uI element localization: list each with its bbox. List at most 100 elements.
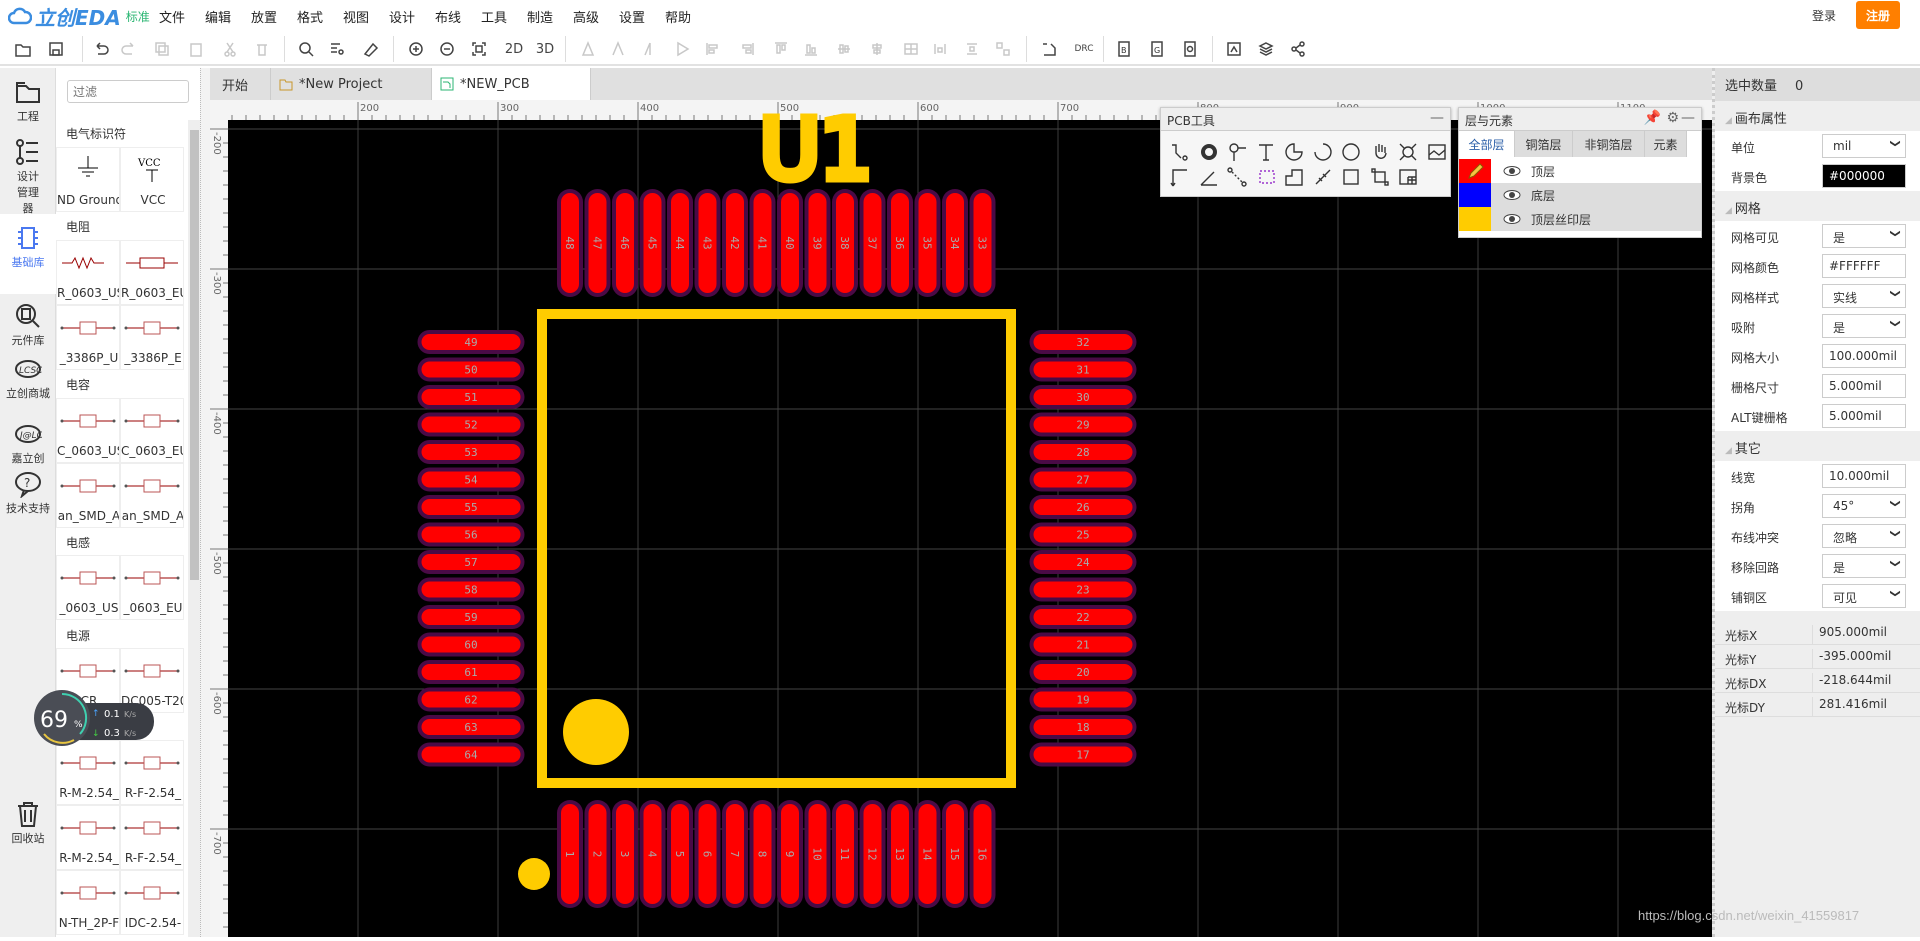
pad[interactable]: 64 — [417, 742, 525, 767]
distribute-v-icon[interactable] — [961, 38, 983, 60]
rectangle-icon[interactable] — [1340, 166, 1362, 188]
pad[interactable]: 39 — [804, 189, 831, 297]
layers-icon[interactable] — [1255, 38, 1277, 60]
pad[interactable]: 2 — [584, 800, 611, 908]
gear-icon[interactable]: ⚙ — [1666, 110, 1679, 126]
pad[interactable]: 54 — [417, 467, 525, 492]
property-input[interactable]: 10.000mil — [1822, 464, 1906, 488]
clear-icon[interactable] — [359, 38, 381, 60]
image-icon[interactable] — [1426, 141, 1448, 163]
pad[interactable]: 32 — [1029, 330, 1137, 354]
menu-item[interactable]: 文件 — [159, 7, 185, 26]
property-select[interactable]: 忽略 ❯ — [1822, 524, 1906, 548]
angle-icon[interactable] — [1198, 166, 1220, 188]
redo-icon[interactable] — [118, 38, 140, 60]
menu-item[interactable]: 设计 — [389, 7, 415, 26]
library-item[interactable]: R-M-2.54_ — [56, 740, 120, 805]
menu-item[interactable]: 编辑 — [205, 7, 231, 26]
pad[interactable]: 21 — [1029, 632, 1137, 657]
bom-icon[interactable]: B — [1113, 38, 1135, 60]
minimize-icon[interactable]: — — [1681, 110, 1695, 126]
property-input[interactable]: #000000 — [1822, 164, 1906, 188]
property-input[interactable]: 100.000mil — [1822, 344, 1906, 368]
pin-icon[interactable]: 📌 — [1644, 110, 1661, 126]
eye-icon[interactable] — [1503, 166, 1521, 176]
pad[interactable]: 30 — [1029, 385, 1137, 409]
library-item[interactable]: _0603_US — [56, 555, 120, 620]
paste-icon[interactable] — [185, 38, 207, 60]
pad[interactable]: 59 — [417, 605, 525, 629]
sidebar-item-chip[interactable]: 基础库 — [0, 214, 56, 294]
pad[interactable]: 16 — [969, 800, 996, 908]
pad[interactable]: 35 — [914, 189, 941, 297]
pad[interactable]: 53 — [417, 440, 525, 464]
import-changes-icon[interactable] — [1038, 38, 1060, 60]
minimize-icon[interactable]: — — [1430, 110, 1444, 126]
sidebar-item-lcsc[interactable]: LCSC 立创商城 — [0, 345, 56, 407]
circle-icon[interactable] — [1340, 141, 1362, 163]
pad[interactable]: 24 — [1029, 550, 1137, 574]
layer-tab[interactable]: 非铜箔层 — [1573, 131, 1645, 157]
pad[interactable]: 40 — [777, 189, 803, 297]
text-icon[interactable] — [1255, 141, 1277, 163]
pad[interactable]: 55 — [417, 495, 525, 519]
property-input[interactable]: #FFFFFF — [1822, 254, 1906, 278]
pad[interactable]: 14 — [914, 800, 941, 908]
pad[interactable]: 60 — [417, 632, 525, 657]
panel-collapse-handle[interactable] — [200, 68, 210, 937]
zoom-out-icon[interactable] — [436, 38, 458, 60]
library-item[interactable]: _3386P_U — [56, 305, 120, 370]
eye-icon[interactable] — [1503, 190, 1521, 200]
track-icon[interactable] — [1169, 141, 1191, 163]
library-item[interactable]: VCC VCC — [120, 147, 184, 212]
pad[interactable]: 10 — [804, 800, 831, 908]
arc-center-icon[interactable] — [1312, 141, 1334, 163]
library-item[interactable]: N-TH_2P-F — [56, 870, 120, 935]
align-center-v-icon[interactable] — [833, 38, 855, 60]
library-item[interactable]: R-F-2.54_ — [120, 740, 184, 805]
menu-item[interactable]: 设置 — [619, 7, 645, 26]
library-item[interactable]: _0603_EU — [120, 555, 184, 620]
pad[interactable]: 22 — [1029, 605, 1137, 629]
library-item[interactable]: _3386P_E — [120, 305, 184, 370]
hole-icon[interactable] — [1397, 141, 1419, 163]
search-icon[interactable] — [295, 38, 317, 60]
property-input[interactable]: 5.000mil — [1822, 404, 1906, 428]
section-header[interactable]: ◢ 画布属性 — [1715, 101, 1920, 131]
flip-icon[interactable] — [607, 38, 629, 60]
align-bottom-icon[interactable] — [800, 38, 822, 60]
gerber-icon[interactable]: G — [1146, 38, 1168, 60]
export-image-icon[interactable] — [1223, 38, 1245, 60]
library-item[interactable]: ND Ground — [56, 147, 120, 212]
pad[interactable]: 37 — [859, 189, 886, 297]
pad[interactable]: 61 — [417, 660, 525, 684]
group-icon[interactable] — [1369, 166, 1391, 188]
pad[interactable]: 5 — [667, 800, 693, 908]
pad[interactable]: 52 — [417, 412, 525, 437]
register-button[interactable]: 注册 — [1856, 1, 1900, 29]
copy-icon[interactable] — [151, 38, 173, 60]
align-right-icon[interactable] — [736, 38, 758, 60]
layer-row[interactable]: 顶层丝印层 — [1459, 207, 1701, 231]
open-folder-icon[interactable] — [12, 38, 34, 60]
property-input[interactable]: 5.000mil — [1822, 374, 1906, 398]
property-select[interactable]: 45° ❯ — [1822, 494, 1906, 518]
pad[interactable]: 43 — [694, 189, 721, 297]
pad[interactable]: 33 — [969, 189, 996, 297]
layer-color-swatch[interactable] — [1459, 159, 1491, 183]
library-item[interactable]: C_0603_EU — [120, 398, 184, 463]
pad-icon[interactable] — [1198, 141, 1220, 163]
menu-item[interactable]: 工具 — [481, 7, 507, 26]
eye-icon[interactable] — [1503, 214, 1521, 224]
pad[interactable]: 38 — [832, 189, 858, 297]
layer-color-swatch[interactable] — [1459, 207, 1491, 231]
library-item[interactable]: R_0603_US — [56, 240, 120, 305]
library-item[interactable]: an_SMD_A — [56, 463, 120, 528]
via-icon[interactable] — [1226, 141, 1248, 163]
menu-item[interactable]: 帮助 — [665, 7, 691, 26]
pad[interactable]: 41 — [749, 189, 776, 297]
sidebar-item-design-manager[interactable]: 设计管理器 — [0, 128, 56, 215]
drc-button[interactable]: DRC — [1070, 38, 1098, 60]
tab-pcb[interactable]: *NEW_PCB — [432, 68, 591, 100]
filter-input[interactable] — [67, 80, 189, 103]
